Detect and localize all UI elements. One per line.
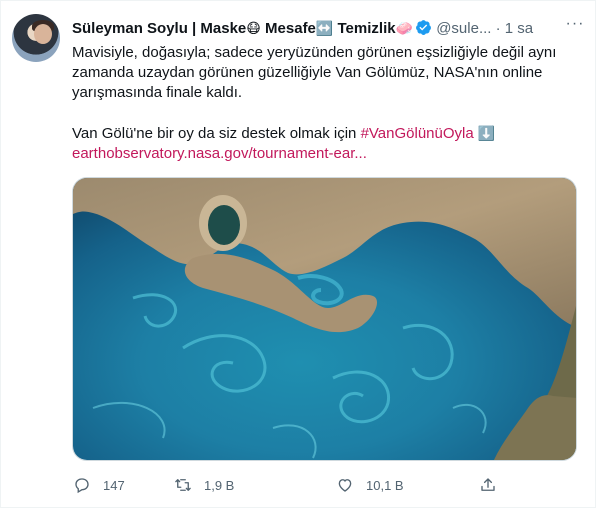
- soap-emoji: 🧼: [395, 20, 414, 36]
- retweet-button[interactable]: 1,9 B: [174, 473, 234, 497]
- external-link[interactable]: earthobservatory.nasa.gov/tournament-ear…: [72, 145, 367, 162]
- verified-badge-icon: [416, 20, 431, 35]
- hashtag-link[interactable]: #VanGölünüOyla: [361, 125, 474, 142]
- heart-icon: [338, 479, 352, 492]
- separator-dot: ·: [495, 20, 501, 37]
- tweet-actions: 147 1,9 B 10,1 B: [65, 473, 505, 497]
- ellipsis-icon[interactable]: ···: [563, 13, 587, 37]
- tweet[interactable]: Süleyman Soylu | Maske😷 Mesafe↔️ Temizli…: [0, 0, 596, 508]
- like-count: 10,1 B: [366, 477, 404, 493]
- avatar-face: [34, 24, 52, 44]
- tweet-time[interactable]: 1 sa: [505, 20, 533, 37]
- reply-icon: [75, 478, 89, 494]
- author-name[interactable]: Süleyman Soylu | Maske😷 Mesafe↔️ Temizli…: [72, 20, 413, 37]
- like-button[interactable]: 10,1 B: [336, 473, 404, 497]
- down-arrow-emoji: ⬇️: [477, 125, 496, 141]
- share-icon: [481, 478, 495, 491]
- lake-van-satellite-image: [73, 178, 576, 460]
- arrow-emoji: ↔️: [315, 20, 334, 36]
- avatar[interactable]: [12, 14, 60, 62]
- tweet-header: Süleyman Soylu | Maske😷 Mesafe↔️ Temizli…: [72, 18, 582, 40]
- reply-button[interactable]: 147: [73, 473, 125, 497]
- retweet-count: 1,9 B: [204, 477, 235, 493]
- tweet-paragraph-2: Van Gölü'ne bir oy da siz destek olmak i…: [72, 125, 496, 142]
- tweet-text: Mavisiyle, doğasıyla; sadece yeryüzünden…: [72, 43, 577, 164]
- tweet-paragraph-1: Mavisiyle, doğasıyla; sadece yeryüzünden…: [72, 44, 557, 101]
- share-button[interactable]: [479, 473, 509, 497]
- tweet-image[interactable]: [72, 177, 577, 461]
- author-handle[interactable]: @sule...: [436, 20, 491, 37]
- mask-emoji: 😷: [246, 20, 261, 36]
- reply-count: 147: [103, 477, 125, 493]
- retweet-icon: [175, 479, 191, 491]
